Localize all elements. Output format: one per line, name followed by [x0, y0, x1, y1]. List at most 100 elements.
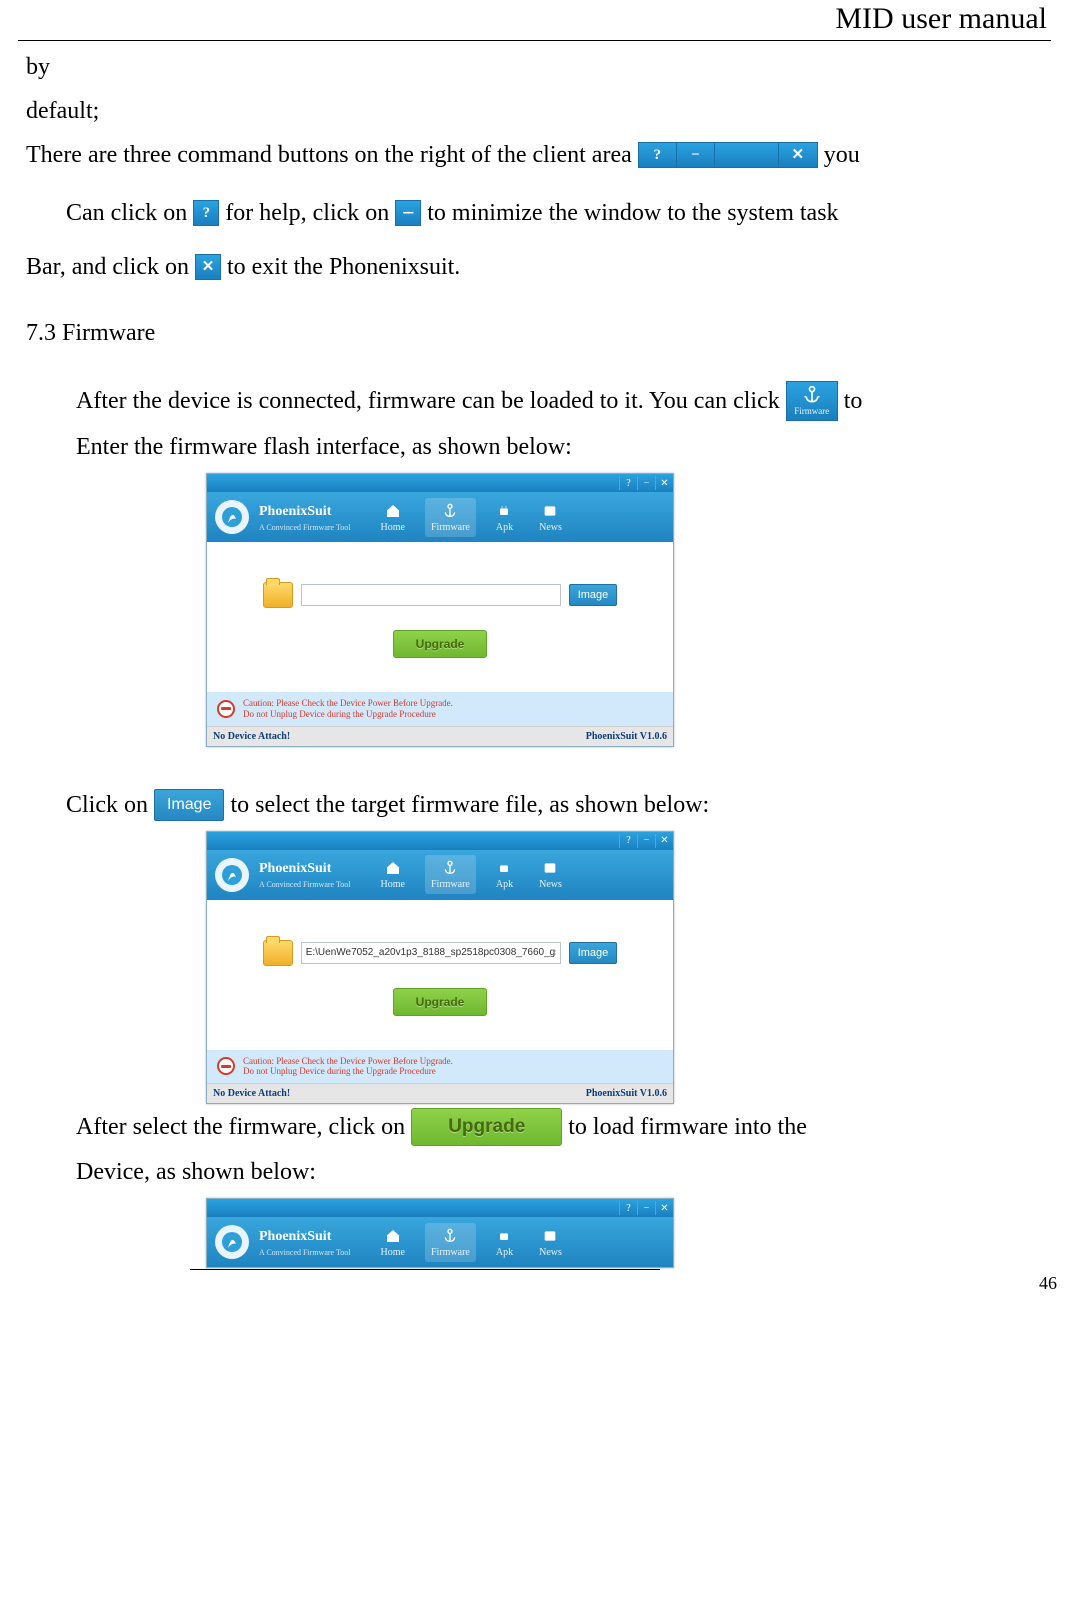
- warning-icon: [217, 1057, 235, 1075]
- news-icon: [542, 1227, 558, 1245]
- app-nav: PhoenixSuit A Convinced Firmware Tool Ho…: [207, 492, 673, 542]
- text-after-device: After the device is connected, firmware …: [76, 383, 780, 419]
- tab-apk-label: Apk: [496, 877, 513, 892]
- divider-top: [18, 40, 1051, 41]
- tab-news[interactable]: News: [533, 498, 568, 537]
- minimize-icon[interactable]: −: [637, 476, 655, 490]
- tab-news-label: News: [539, 877, 562, 892]
- caution-line1: Caution: Please Check the Device Power B…: [243, 1056, 453, 1066]
- app-logo: [215, 1225, 249, 1259]
- close-icon[interactable]: ✕: [655, 1201, 673, 1215]
- android-icon: [496, 502, 512, 520]
- close-icon[interactable]: ✕: [655, 834, 673, 848]
- image-button[interactable]: Image: [569, 584, 618, 606]
- tab-news-label: News: [539, 520, 562, 535]
- minimize-icon[interactable]: −: [395, 200, 421, 226]
- text-by: by: [26, 49, 1043, 85]
- help-icon[interactable]: ?: [193, 200, 219, 226]
- caution-line1: Caution: Please Check the Device Power B…: [243, 698, 453, 708]
- brand: PhoenixSuit A Convinced Firmware Tool: [259, 1226, 351, 1259]
- page-number: 46: [1039, 1273, 1057, 1294]
- text-can-click: Can click on: [66, 195, 187, 231]
- tab-firmware-label: Firmware: [431, 520, 470, 535]
- brand-title: PhoenixSuit: [259, 858, 351, 879]
- titlebar: ? − ✕: [207, 832, 673, 850]
- folder-icon[interactable]: [263, 582, 293, 608]
- text-to: to: [844, 383, 863, 419]
- upgrade-button[interactable]: Upgrade: [393, 988, 488, 1016]
- status-right: PhoenixSuit V1.0.6: [586, 729, 667, 744]
- status-left: No Device Attach!: [213, 729, 290, 744]
- brand-subtitle: A Convinced Firmware Tool: [259, 522, 351, 534]
- tab-news-label: News: [539, 1245, 562, 1260]
- text-you: you: [824, 137, 860, 173]
- titlebar: ? − ✕: [207, 1199, 673, 1217]
- home-icon: [385, 859, 401, 877]
- app-nav: PhoenixSuit A Convinced Firmware Tool Ho…: [207, 1217, 673, 1267]
- caution-line2: Do not Unplug Device during the Upgrade …: [243, 709, 436, 719]
- section-heading: 7.3 Firmware: [26, 315, 1043, 351]
- firmware-path-input[interactable]: [301, 584, 561, 606]
- tab-news[interactable]: News: [533, 855, 568, 894]
- tab-home-label: Home: [381, 877, 405, 892]
- minimize-icon[interactable]: −: [637, 834, 655, 848]
- tab-home[interactable]: Home: [375, 1223, 411, 1262]
- image-button[interactable]: Image: [569, 942, 618, 964]
- home-icon: [385, 1227, 401, 1245]
- tab-apk[interactable]: Apk: [490, 498, 519, 537]
- text-three-cmd: There are three command buttons on the r…: [26, 137, 632, 173]
- tab-apk[interactable]: Apk: [490, 1223, 519, 1262]
- image-button[interactable]: Image: [154, 789, 224, 821]
- tab-home[interactable]: Home: [375, 855, 411, 894]
- brand-subtitle: A Convinced Firmware Tool: [259, 1247, 351, 1259]
- close-icon[interactable]: ✕: [779, 143, 817, 167]
- caution-bar: Caution: Please Check the Device Power B…: [207, 692, 673, 726]
- brand-subtitle: A Convinced Firmware Tool: [259, 879, 351, 891]
- tab-apk[interactable]: Apk: [490, 855, 519, 894]
- firmware-path-input[interactable]: [301, 942, 561, 964]
- app-nav: PhoenixSuit A Convinced Firmware Tool Ho…: [207, 850, 673, 900]
- tab-home[interactable]: Home: [375, 498, 411, 537]
- phoenix-icon: [220, 505, 244, 529]
- text-for-help: for help, click on: [225, 195, 389, 231]
- text-device: Device, as shown below:: [76, 1154, 1043, 1190]
- phoenix-icon: [220, 1230, 244, 1254]
- text-bar-click: Bar, and click on: [26, 249, 189, 285]
- status-bar: No Device Attach! PhoenixSuit V1.0.6: [207, 1083, 673, 1103]
- close-icon[interactable]: ✕: [655, 476, 673, 490]
- brand: PhoenixSuit A Convinced Firmware Tool: [259, 501, 351, 534]
- tab-firmware[interactable]: Firmware: [425, 498, 476, 537]
- upgrade-button[interactable]: Upgrade: [393, 630, 488, 658]
- minimize-icon[interactable]: −: [677, 143, 715, 167]
- text-exit: to exit the Phonenixsuit.: [227, 249, 460, 285]
- titlebar: ? − ✕: [207, 474, 673, 492]
- brand: PhoenixSuit A Convinced Firmware Tool: [259, 858, 351, 891]
- close-icon[interactable]: ✕: [195, 254, 221, 280]
- phoenix-icon: [220, 863, 244, 887]
- status-bar: No Device Attach! PhoenixSuit V1.0.6: [207, 726, 673, 746]
- folder-icon[interactable]: [263, 940, 293, 966]
- help-icon[interactable]: ?: [619, 834, 637, 848]
- page-header: MID user manual: [18, 0, 1051, 36]
- tab-firmware[interactable]: Firmware: [425, 1223, 476, 1262]
- firmware-tab-label: Firmware: [794, 405, 829, 419]
- anchor-icon: [442, 1227, 458, 1245]
- tab-home-label: Home: [381, 520, 405, 535]
- help-icon[interactable]: ?: [619, 476, 637, 490]
- warning-icon: [217, 700, 235, 718]
- tab-news[interactable]: News: [533, 1223, 568, 1262]
- divider-bottom: [190, 1269, 660, 1270]
- anchor-icon: [442, 859, 458, 877]
- help-icon[interactable]: ?: [619, 1201, 637, 1215]
- firmware-tab-button[interactable]: Firmware: [786, 381, 838, 421]
- anchor-icon: [442, 502, 458, 520]
- text-select-target: to select the target firmware file, as s…: [230, 787, 709, 823]
- text-to-minimize: to minimize the window to the system tas…: [427, 195, 838, 231]
- spacer: [715, 143, 779, 167]
- upgrade-button[interactable]: Upgrade: [411, 1108, 562, 1146]
- brand-title: PhoenixSuit: [259, 501, 351, 522]
- minimize-icon[interactable]: −: [637, 1201, 655, 1215]
- help-icon[interactable]: ?: [639, 143, 677, 167]
- tab-firmware[interactable]: Firmware: [425, 855, 476, 894]
- android-icon: [496, 859, 512, 877]
